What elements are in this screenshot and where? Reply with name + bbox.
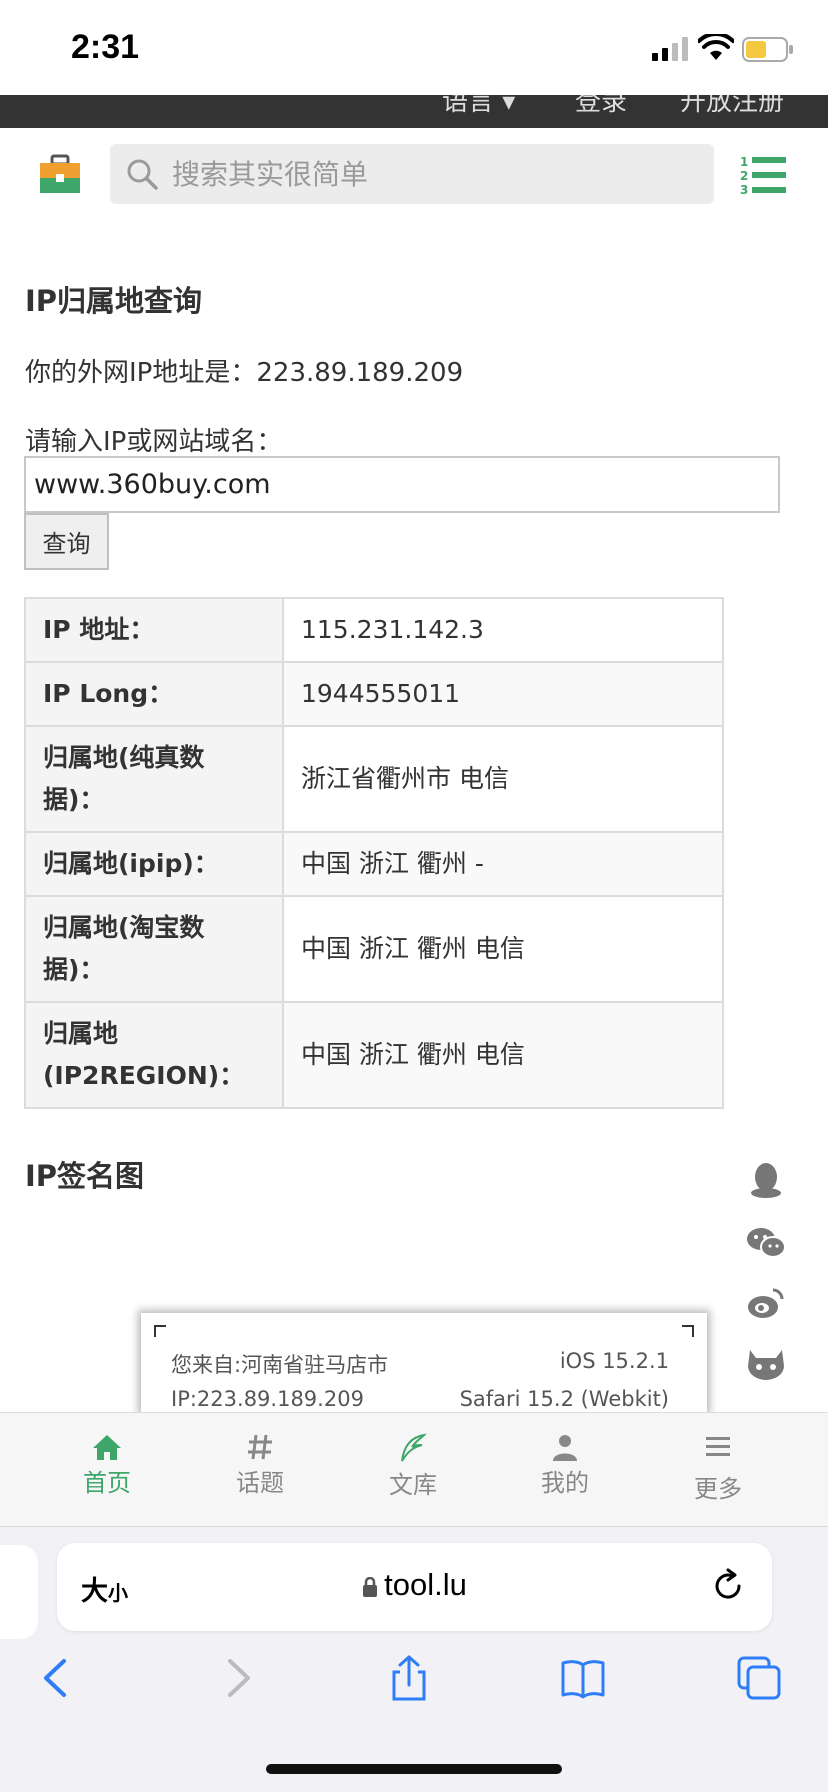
numbered-list-menu-icon[interactable]: 1 2 3 [740, 154, 786, 196]
row-value: 中国 浙江 衢州 电信 [282, 1001, 724, 1109]
nav-register[interactable]: 开放注册 [680, 95, 784, 118]
tab-label: 我的 [541, 1469, 589, 1497]
nav-language[interactable]: 语言 ▾ [442, 95, 515, 118]
row-value: 中国 浙江 衢州 - [282, 831, 724, 897]
share-icon[interactable] [386, 1655, 432, 1701]
back-icon[interactable] [34, 1655, 80, 1701]
bottom-tab-bar: 首页 话题 文库 我的 更多 [0, 1412, 828, 1526]
search-icon [127, 159, 158, 190]
tab-label: 首页 [83, 1469, 131, 1497]
table-row: 归属地(淘宝数据)： 中国 浙江 衢州 电信 [24, 895, 724, 1003]
your-ip-value: 223.89.189.209 [256, 358, 464, 388]
row-key: 归属地(IP2REGION)： [24, 1001, 284, 1109]
table-row: 归属地(纯真数据)： 浙江省衢州市 电信 [24, 725, 724, 833]
nav-login[interactable]: 登录 [575, 95, 627, 118]
row-key: IP 地址： [24, 597, 284, 663]
address-bar[interactable]: 大小 tool.lu [57, 1543, 772, 1631]
row-key: 归属地(纯真数据)： [24, 725, 284, 833]
tab-label: 文库 [389, 1471, 437, 1499]
row-value: 1944555011 [282, 661, 724, 727]
tabs-icon[interactable] [736, 1655, 782, 1701]
row-key: IP Long： [24, 661, 284, 727]
sig-location: 您来自:河南省驻马店市 [171, 1353, 389, 1377]
your-ip-line: 你的外网IP地址是：223.89.189.209 [25, 352, 463, 389]
toolbox-logo-icon[interactable] [39, 154, 81, 194]
weibo-icon[interactable] [746, 1286, 786, 1320]
ip-signature-image: 您来自:河南省驻马店市 iOS 15.2.1 IP:223.89.189.209… [141, 1313, 707, 1413]
row-value: 中国 浙江 衢州 电信 [282, 895, 724, 1003]
lock-icon [363, 1577, 378, 1597]
previous-tab-preview[interactable] [0, 1545, 38, 1639]
sig-os: iOS 15.2.1 [559, 1349, 669, 1373]
reload-icon[interactable] [709, 1567, 747, 1605]
signature-title: IP签名图 [25, 1159, 145, 1193]
row-key: 归属地(淘宝数据)： [24, 895, 284, 1003]
url-text: tool.lu [384, 1567, 467, 1602]
qq-icon[interactable] [746, 1160, 786, 1200]
tab-label: 更多 [694, 1475, 742, 1503]
sig-browser: Safari 15.2 (Webkit) [459, 1387, 669, 1411]
home-indicator [266, 1764, 562, 1774]
more-icon [706, 1437, 730, 1456]
search-box[interactable] [110, 144, 714, 204]
tab-more[interactable]: 更多 [673, 1433, 763, 1504]
table-row: IP 地址： 115.231.142.3 [24, 597, 724, 663]
forward-icon[interactable] [214, 1655, 260, 1701]
page-title: IP归属地查询 [25, 284, 203, 318]
tab-library[interactable]: 文库 [368, 1433, 458, 1500]
safari-toolbar: 大小 tool.lu [0, 1526, 828, 1792]
table-row: IP Long： 1944555011 [24, 661, 724, 727]
query-button[interactable]: 查询 [24, 513, 109, 570]
row-value: 115.231.142.3 [282, 597, 724, 663]
tab-label: 话题 [236, 1469, 284, 1497]
cellular-signal-icon [652, 37, 688, 61]
battery-icon [742, 37, 793, 62]
corner-mark [154, 1325, 166, 1337]
status-time: 2:31 [71, 28, 140, 66]
table-row: 归属地(IP2REGION)： 中国 浙江 衢州 电信 [24, 1001, 724, 1109]
row-key: 归属地(ipip)： [24, 831, 284, 897]
bookmarks-icon[interactable] [560, 1655, 606, 1701]
quill-icon [401, 1433, 427, 1462]
home-icon [93, 1435, 121, 1460]
corner-mark [682, 1325, 694, 1337]
hash-icon [248, 1434, 272, 1460]
svg-text:3: 3 [740, 183, 748, 196]
your-ip-label: 你的外网IP地址是： [25, 358, 257, 388]
status-bar: 2:31 [0, 0, 828, 95]
svg-text:1: 1 [740, 155, 748, 169]
wechat-icon[interactable] [746, 1226, 786, 1260]
tab-topics[interactable]: 话题 [215, 1433, 305, 1498]
result-table: IP 地址： 115.231.142.3 IP Long： 1944555011… [24, 597, 724, 1109]
wifi-icon [698, 34, 734, 60]
url-display[interactable]: tool.lu [57, 1567, 772, 1603]
tab-mine[interactable]: 我的 [520, 1433, 610, 1498]
svg-text:2: 2 [740, 169, 748, 183]
row-value: 浙江省衢州市 电信 [282, 725, 724, 833]
input-label: 请输入IP或网站域名： [25, 427, 283, 457]
user-icon [553, 1435, 577, 1461]
tab-home[interactable]: 首页 [62, 1433, 152, 1498]
sig-ip: IP:223.89.189.209 [171, 1387, 364, 1411]
github-icon[interactable] [746, 1346, 786, 1382]
ip-domain-input[interactable] [24, 456, 780, 513]
site-top-nav: 语言 ▾ 登录 开放注册 [0, 95, 828, 128]
social-side-icons [746, 1160, 794, 1408]
search-input[interactable] [172, 144, 702, 204]
table-row: 归属地(ipip)： 中国 浙江 衢州 - [24, 831, 724, 897]
